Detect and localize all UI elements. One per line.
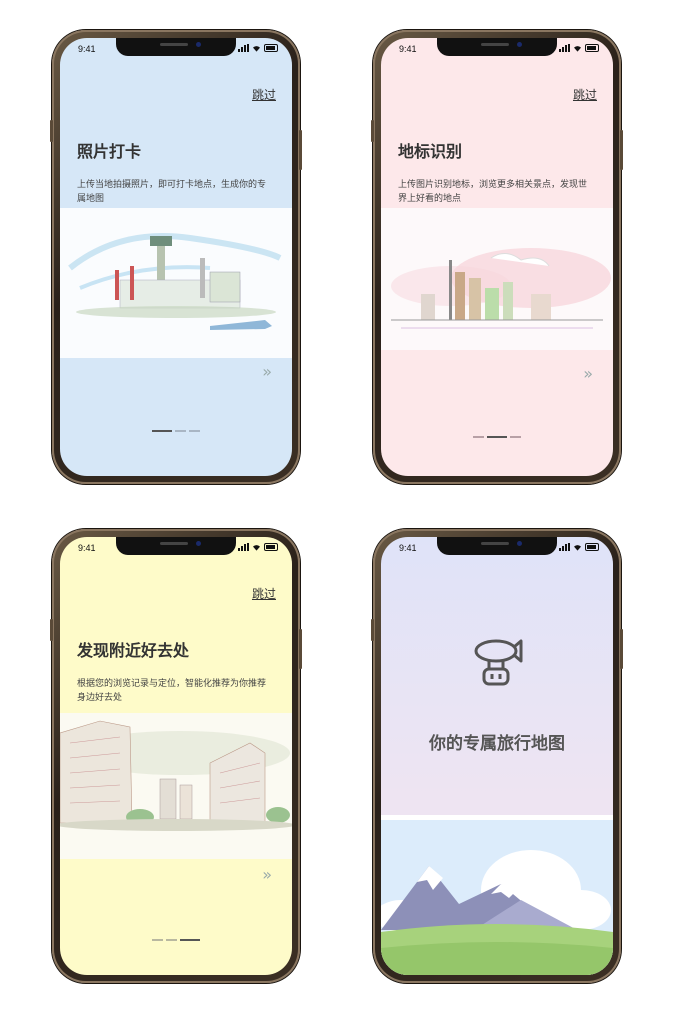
wifi-icon xyxy=(253,45,260,52)
battery-icon xyxy=(264,543,278,551)
indicator-dot xyxy=(166,939,177,941)
signal-icon xyxy=(559,543,570,551)
phone-frame-1: 9:41 跳过 照片打卡 上传当地拍摄照片，即可打卡地点，生成你的专属地图 » xyxy=(50,30,302,484)
signal-icon xyxy=(559,44,570,52)
page-title: 发现附近好去处 xyxy=(77,641,190,660)
indicator-dot xyxy=(175,430,186,432)
battery-icon xyxy=(585,44,599,52)
page-indicator xyxy=(152,430,200,432)
side-button xyxy=(620,130,623,170)
wifi-icon xyxy=(574,45,581,52)
signal-icon xyxy=(238,44,249,52)
phone-frame-3: 9:41 跳过 发现附近好去处 根据您的浏览记录与定位，智能化推荐为你推荐身边好… xyxy=(50,529,302,983)
indicator-dot xyxy=(510,436,521,438)
notch xyxy=(116,537,236,555)
side-button xyxy=(371,619,374,641)
mountain-illustration xyxy=(381,815,613,975)
phone-frame-2: 9:41 跳过 地标识别 上传图片识别地标，浏览更多相关景点，发现世界上好看的地… xyxy=(371,30,623,484)
page-title: 地标识别 xyxy=(398,142,463,161)
chevron-right-double-icon[interactable]: » xyxy=(583,364,593,383)
page-indicator xyxy=(152,939,200,941)
side-button xyxy=(50,619,53,641)
signal-icon xyxy=(238,543,249,551)
page-description: 上传图片识别地标，浏览更多相关景点，发现世界上好看的地点 xyxy=(398,180,588,204)
city-buildings-illustration xyxy=(60,713,292,859)
indicator-dot-active xyxy=(152,430,172,432)
battery-icon xyxy=(585,543,599,551)
onboarding-screen-4: 9:41 你的专属旅行地图 xyxy=(381,537,613,975)
status-time: 9:41 xyxy=(399,543,417,553)
notch xyxy=(437,38,557,56)
wifi-icon xyxy=(253,544,260,551)
status-time: 9:41 xyxy=(78,543,96,553)
skip-link[interactable]: 跳过 xyxy=(252,86,276,103)
status-time: 9:41 xyxy=(399,44,417,54)
indicator-dot xyxy=(189,430,200,432)
side-button xyxy=(299,629,302,669)
side-button xyxy=(299,130,302,170)
airship-icon xyxy=(474,639,523,686)
onboarding-screen-3: 9:41 跳过 发现附近好去处 根据您的浏览记录与定位，智能化推荐为你推荐身边好… xyxy=(60,537,292,975)
phone-frame-4: 9:41 你的专属旅行地图 xyxy=(371,529,623,983)
skip-link[interactable]: 跳过 xyxy=(252,585,276,602)
skip-link[interactable]: 跳过 xyxy=(573,86,597,103)
chevron-right-double-icon[interactable]: » xyxy=(262,865,272,884)
side-button xyxy=(50,120,53,142)
page-description: 上传当地拍摄照片，即可打卡地点，生成你的专属地图 xyxy=(77,180,267,204)
indicator-dot xyxy=(152,939,163,941)
status-time: 9:41 xyxy=(78,44,96,54)
page-title: 照片打卡 xyxy=(77,142,142,161)
indicator-dot xyxy=(473,436,484,438)
chevron-right-double-icon[interactable]: » xyxy=(262,362,272,381)
airport-illustration xyxy=(60,208,292,358)
onboarding-screen-1: 9:41 跳过 照片打卡 上传当地拍摄照片，即可打卡地点，生成你的专属地图 » xyxy=(60,38,292,476)
battery-icon xyxy=(264,44,278,52)
wifi-icon xyxy=(574,544,581,551)
notch xyxy=(437,537,557,555)
notch xyxy=(116,38,236,56)
onboarding-screen-2: 9:41 跳过 地标识别 上传图片识别地标，浏览更多相关景点，发现世界上好看的地… xyxy=(381,38,613,476)
side-button xyxy=(371,120,374,142)
side-button xyxy=(620,629,623,669)
page-indicator xyxy=(473,436,521,438)
page-description: 根据您的浏览记录与定位，智能化推荐为你推荐身边好去处 xyxy=(77,679,267,703)
indicator-dot-active xyxy=(487,436,507,438)
skyline-illustration xyxy=(381,208,613,350)
indicator-dot-active xyxy=(180,939,200,941)
page-title: 你的专属旅行地图 xyxy=(429,734,565,754)
